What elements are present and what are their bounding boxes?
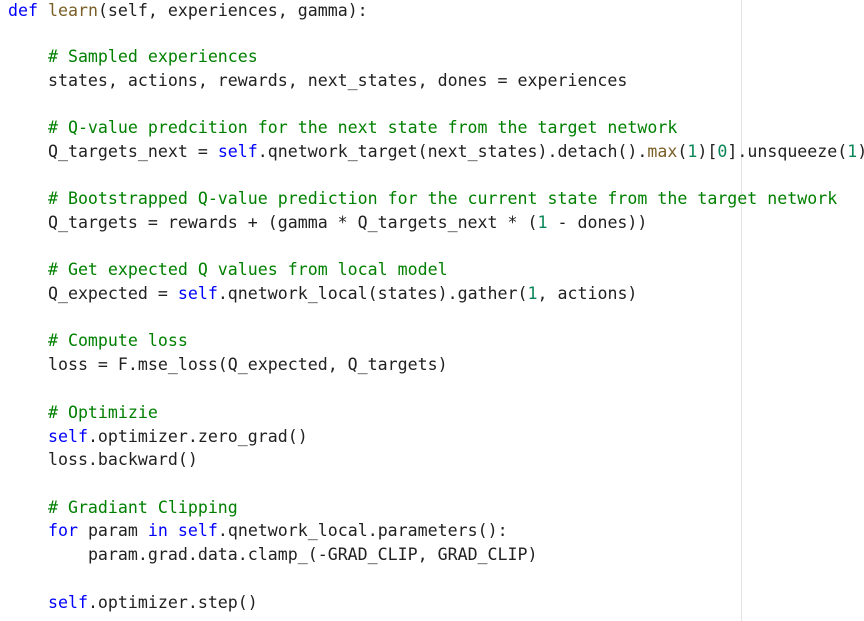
code-token: # Get expected Q values from local model [47, 260, 448, 279]
code-token: Q_targets = rewards + (gamma * Q_targets… [47, 213, 538, 232]
code-line: # Sampled experiences [8, 46, 258, 68]
code-token: .qnetwork_local.parameters(): [217, 521, 508, 540]
code-token: # Bootstrapped Q-value prediction for th… [47, 189, 838, 208]
code-token: self [177, 284, 218, 303]
code-token: # Optimizie [47, 403, 158, 422]
code-token: Q_targets_next = [47, 142, 218, 161]
code-token: param.grad.data.clamp_(-GRAD_CLIP, GRAD_… [87, 545, 538, 564]
code-token: self [217, 142, 258, 161]
code-token: 1 [537, 213, 548, 232]
code-line: def learn(self, experiences, gamma): [8, 0, 368, 22]
code-token: , actions) [537, 284, 638, 303]
code-editor[interactable]: def learn(self, experiences, gamma): # S… [0, 0, 864, 621]
code-token: states, actions, rewards, next_states, d… [47, 71, 628, 90]
code-line: loss = F.mse_loss(Q_expected, Q_targets) [8, 354, 448, 376]
code-line: param.grad.data.clamp_(-GRAD_CLIP, GRAD_… [8, 544, 538, 566]
code-token: 0 [717, 142, 728, 161]
code-token: self [177, 521, 218, 540]
code-token: self [47, 593, 88, 612]
code-token: self [47, 427, 88, 446]
code-token: 1 [687, 142, 698, 161]
code-line: loss.backward() [8, 449, 198, 471]
code-token: learn [47, 1, 98, 20]
code-token: def [8, 1, 38, 20]
code-token: .optimizer.zero_grad() [87, 427, 308, 446]
code-line: Q_expected = self.qnetwork_local(states)… [8, 283, 637, 305]
code-line: # Gradiant Clipping [8, 497, 238, 519]
code-line: # Bootstrapped Q-value prediction for th… [8, 188, 837, 210]
code-line: # Compute loss [8, 330, 188, 352]
code-line: states, actions, rewards, next_states, d… [8, 70, 627, 92]
code-token: .qnetwork_target(next_states).detach(). [257, 142, 648, 161]
code-token: 1 [847, 142, 858, 161]
code-line: Q_targets = rewards + (gamma * Q_targets… [8, 212, 647, 234]
vertical-ruler [741, 0, 742, 621]
code-line: self.optimizer.zero_grad() [8, 426, 308, 448]
code-token: # Gradiant Clipping [47, 498, 238, 517]
code-line: for param in self.qnetwork_local.paramet… [8, 520, 508, 542]
code-line: Q_targets_next = self.qnetwork_target(ne… [8, 141, 864, 163]
code-line: self.optimizer.step() [8, 592, 258, 614]
code-token: .optimizer.step() [87, 593, 258, 612]
code-token: loss = F.mse_loss(Q_expected, Q_targets) [47, 355, 448, 374]
code-token: loss.backward() [47, 450, 198, 469]
code-token: # Sampled experiences [47, 47, 258, 66]
code-token: (self, experiences, gamma): [97, 1, 368, 20]
code-token: )[ [697, 142, 718, 161]
code-token: # Q-value predcition for the next state … [47, 118, 678, 137]
code-token: 1 [527, 284, 538, 303]
code-token: # Compute loss [47, 331, 188, 350]
code-line: # Q-value predcition for the next state … [8, 117, 677, 139]
code-line: # Optimizie [8, 402, 158, 424]
code-token: for [47, 521, 78, 540]
code-token: Q_expected = [47, 284, 178, 303]
code-line: # Get expected Q values from local model [8, 259, 448, 281]
code-token: ].unsqueeze( [727, 142, 848, 161]
code-token: ( [677, 142, 688, 161]
code-token: - dones)) [547, 213, 648, 232]
code-token: in [147, 521, 168, 540]
code-token: param [77, 521, 148, 540]
code-token: ) [857, 142, 864, 161]
code-token: .qnetwork_local(states).gather( [217, 284, 528, 303]
code-token: max [647, 142, 678, 161]
